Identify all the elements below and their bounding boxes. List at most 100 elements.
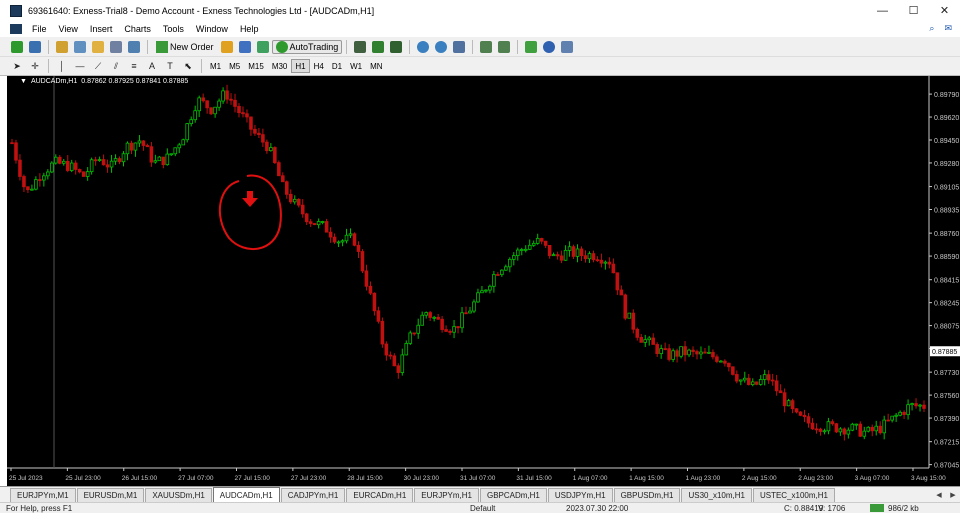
- price-tick-label: 0.88415: [934, 278, 959, 285]
- timeframe-w1[interactable]: W1: [346, 59, 366, 73]
- chart-window[interactable]: ▼ AUDCADm,H1 0.87862 0.87925 0.87841 0.8…: [7, 76, 960, 486]
- candle-body: [603, 261, 608, 264]
- candle-body: [683, 346, 687, 356]
- line-chart-icon[interactable]: [388, 39, 404, 55]
- market-watch-icon[interactable]: [54, 39, 70, 55]
- tab-audcadm-h1[interactable]: AUDCADm,H1: [212, 487, 280, 502]
- candle-body: [611, 263, 616, 274]
- profiles-icon[interactable]: [27, 39, 43, 55]
- price-tick-label: 0.89280: [934, 161, 959, 168]
- tester-icon[interactable]: [126, 39, 142, 55]
- chart-window-icon[interactable]: [10, 24, 22, 34]
- periods-icon[interactable]: [541, 39, 557, 55]
- tab-xauusdm-h1[interactable]: XAUUSDm,H1: [145, 488, 212, 502]
- text-icon[interactable]: A: [144, 58, 160, 74]
- tab-scroll-right-icon[interactable]: ▶: [946, 489, 960, 501]
- label-icon[interactable]: T: [162, 58, 178, 74]
- menu-help[interactable]: Help: [234, 24, 265, 34]
- chart-dropdown-icon[interactable]: ▼: [20, 78, 27, 85]
- metaeditor-icon[interactable]: [219, 39, 235, 55]
- timeframe-m15[interactable]: M15: [244, 59, 268, 73]
- timeframe-m1[interactable]: M1: [206, 59, 225, 73]
- terminal-icon[interactable]: [108, 39, 124, 55]
- price-tick-label: 0.89450: [934, 138, 959, 145]
- arrows-icon[interactable]: ⬉: [180, 58, 196, 74]
- tab-gbpusdm-h1[interactable]: GBPUSDm,H1: [613, 488, 681, 502]
- chat-icon[interactable]: ✉: [944, 23, 952, 34]
- tab-cadjpym-h1[interactable]: CADJPYm,H1: [280, 488, 346, 502]
- timeframe-m30[interactable]: M30: [268, 59, 292, 73]
- candle-body: [10, 142, 14, 145]
- indicators-icon[interactable]: [523, 39, 539, 55]
- templates-icon[interactable]: [559, 39, 575, 55]
- tab-usdjpym-h1[interactable]: USDJPYm,H1: [547, 488, 613, 502]
- candlestick-chart[interactable]: 0.89790 0.89620 0.89450 0.89280 0.89105 0.889…: [7, 76, 960, 486]
- candle-body: [324, 221, 329, 233]
- candle-body: [579, 248, 584, 257]
- timeframe-h1[interactable]: H1: [291, 59, 310, 73]
- tab-gbpcadm-h1[interactable]: GBPCADm,H1: [479, 488, 547, 502]
- fibonacci-icon[interactable]: ≡: [126, 58, 142, 74]
- candle-body: [663, 348, 667, 351]
- candle-body: [209, 107, 213, 115]
- cursor-icon[interactable]: ➤: [9, 58, 25, 74]
- tab-us30-x10m-h1[interactable]: US30_x10m,H1: [681, 488, 752, 502]
- zoom-out-icon[interactable]: [433, 39, 449, 55]
- time-tick-label: 25 Jul 23:00: [65, 475, 101, 482]
- signals-icon[interactable]: [237, 39, 253, 55]
- menu-charts[interactable]: Charts: [118, 24, 157, 34]
- menu-file[interactable]: File: [26, 24, 53, 34]
- vertical-line-icon[interactable]: │: [54, 58, 70, 74]
- candle-body: [543, 240, 548, 246]
- candle-body: [229, 98, 233, 101]
- navigator-icon[interactable]: [90, 39, 106, 55]
- data-window-icon[interactable]: [72, 39, 88, 55]
- time-tick-label: 2 Aug 23:00: [798, 475, 833, 482]
- tab-scroll-left-icon[interactable]: ◀: [932, 489, 946, 501]
- tab-eurjpym-h1[interactable]: EURJPYm,H1: [414, 488, 479, 502]
- timeframe-d1[interactable]: D1: [328, 59, 346, 73]
- tab-eurcadm-h1[interactable]: EURCADm,H1: [346, 488, 414, 502]
- timeframe-m5[interactable]: M5: [225, 59, 244, 73]
- autoscroll-icon[interactable]: [478, 39, 494, 55]
- new-order-button[interactable]: New Order: [152, 40, 218, 54]
- candle-body: [77, 169, 82, 173]
- candle-body: [635, 328, 640, 338]
- candle-body: [862, 430, 867, 437]
- timeframe-h4[interactable]: H4: [310, 59, 328, 73]
- horizontal-line-icon[interactable]: —: [72, 58, 88, 74]
- candle-body: [727, 362, 731, 368]
- trendline-icon[interactable]: ⟋: [90, 58, 106, 74]
- crosshair-icon[interactable]: ✛: [27, 58, 43, 74]
- candle-body: [65, 160, 70, 171]
- candlestick-chart-icon[interactable]: [370, 39, 386, 55]
- menu-view[interactable]: View: [53, 24, 84, 34]
- candle-body: [50, 162, 54, 173]
- price-tick-label: 0.87730: [934, 370, 959, 377]
- bar-chart-icon[interactable]: [352, 39, 368, 55]
- tab-ustec-x100m-h1[interactable]: USTEC_x100m,H1: [752, 488, 835, 502]
- menu-tools[interactable]: Tools: [157, 24, 190, 34]
- maximize-button[interactable]: ☐: [898, 0, 929, 21]
- new-chart-icon[interactable]: [9, 39, 25, 55]
- chart-shift-icon[interactable]: [496, 39, 512, 55]
- menu-insert[interactable]: Insert: [84, 24, 119, 34]
- vps-icon[interactable]: [255, 39, 271, 55]
- timeframe-mn[interactable]: MN: [366, 59, 386, 73]
- minimize-button[interactable]: —: [867, 0, 898, 21]
- candle-body: [34, 179, 38, 190]
- candle-body: [237, 106, 241, 114]
- search-icon[interactable]: ⌕: [929, 23, 934, 34]
- candle-body: [85, 171, 90, 177]
- candle-body: [249, 116, 253, 130]
- time-tick-label: 30 Jul 23:00: [404, 475, 440, 482]
- candle-body: [233, 99, 237, 107]
- tile-windows-icon[interactable]: [451, 39, 467, 55]
- channel-icon[interactable]: ⫽: [108, 58, 124, 74]
- tab-eurusdm-m1[interactable]: EURUSDm,M1: [76, 488, 145, 502]
- auto-trading-button[interactable]: AutoTrading: [271, 39, 343, 54]
- tab-eurjpym-m1[interactable]: EURJPYm,M1: [10, 488, 76, 502]
- zoom-in-icon[interactable]: [415, 39, 431, 55]
- menu-window[interactable]: Window: [190, 24, 234, 34]
- close-button[interactable]: ✕: [929, 0, 960, 21]
